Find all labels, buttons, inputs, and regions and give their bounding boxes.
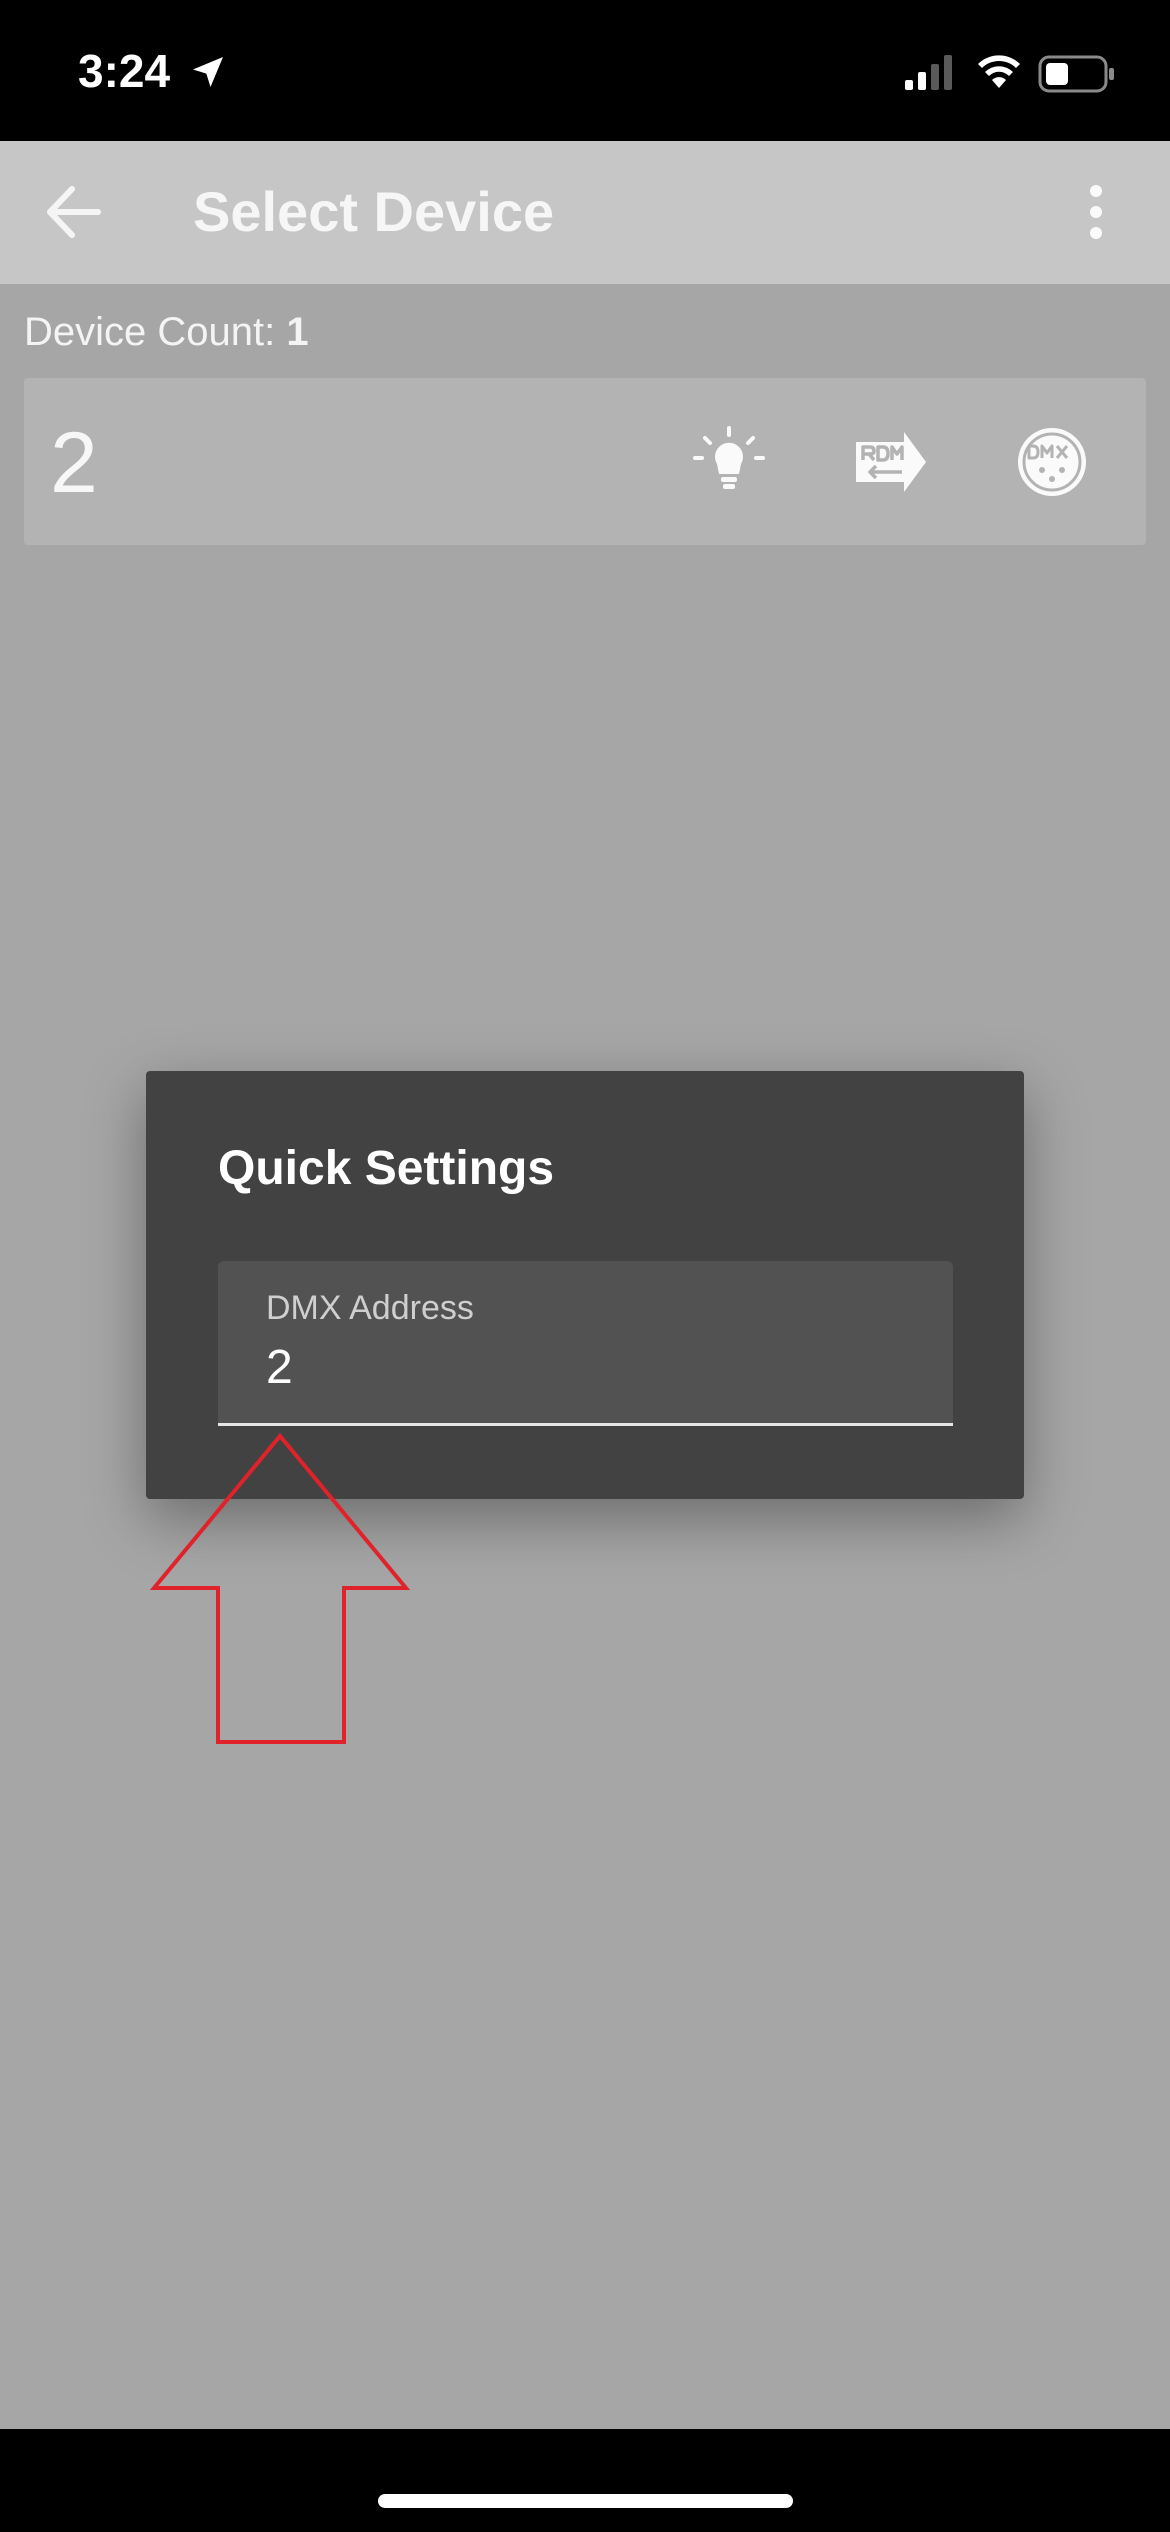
annotation-arrow-icon bbox=[150, 1432, 410, 1744]
device-count: Device Count: 1 bbox=[24, 310, 309, 355]
wifi-icon bbox=[978, 55, 1020, 88]
dialog-title: Quick Settings bbox=[218, 1142, 555, 1195]
rdm-button[interactable] bbox=[852, 422, 932, 502]
home-bar bbox=[0, 2429, 1170, 2532]
device-count-label: Device Count: bbox=[24, 310, 276, 354]
status-time: 3:24 bbox=[78, 45, 171, 97]
dmx-address-label: DMX Address bbox=[266, 1289, 474, 1327]
page-title: Select Device bbox=[193, 180, 555, 243]
battery-icon bbox=[1038, 55, 1114, 93]
home-indicator[interactable] bbox=[378, 2494, 793, 2508]
dmx-button[interactable] bbox=[1012, 422, 1092, 502]
more-options-button[interactable] bbox=[1082, 177, 1142, 247]
dmx-address-input[interactable] bbox=[266, 1339, 866, 1395]
app-bar: Select Device bbox=[0, 141, 1170, 284]
rdm-icon bbox=[856, 432, 926, 492]
device-count-value: 1 bbox=[286, 310, 309, 354]
dmx-address-field[interactable]: DMX Address bbox=[218, 1261, 953, 1426]
location-icon bbox=[193, 57, 223, 87]
cellular-signal-icon bbox=[905, 55, 952, 90]
back-button[interactable] bbox=[38, 177, 108, 247]
status-bar: 3:24 bbox=[0, 0, 1170, 141]
device-card[interactable]: 2 bbox=[24, 378, 1146, 545]
more-vertical-icon bbox=[1090, 185, 1102, 239]
identify-button[interactable] bbox=[689, 422, 769, 502]
arrow-left-icon bbox=[47, 186, 101, 238]
bulb-icon bbox=[693, 426, 765, 489]
device-name: 2 bbox=[50, 415, 98, 511]
dmx-icon bbox=[1018, 428, 1086, 496]
